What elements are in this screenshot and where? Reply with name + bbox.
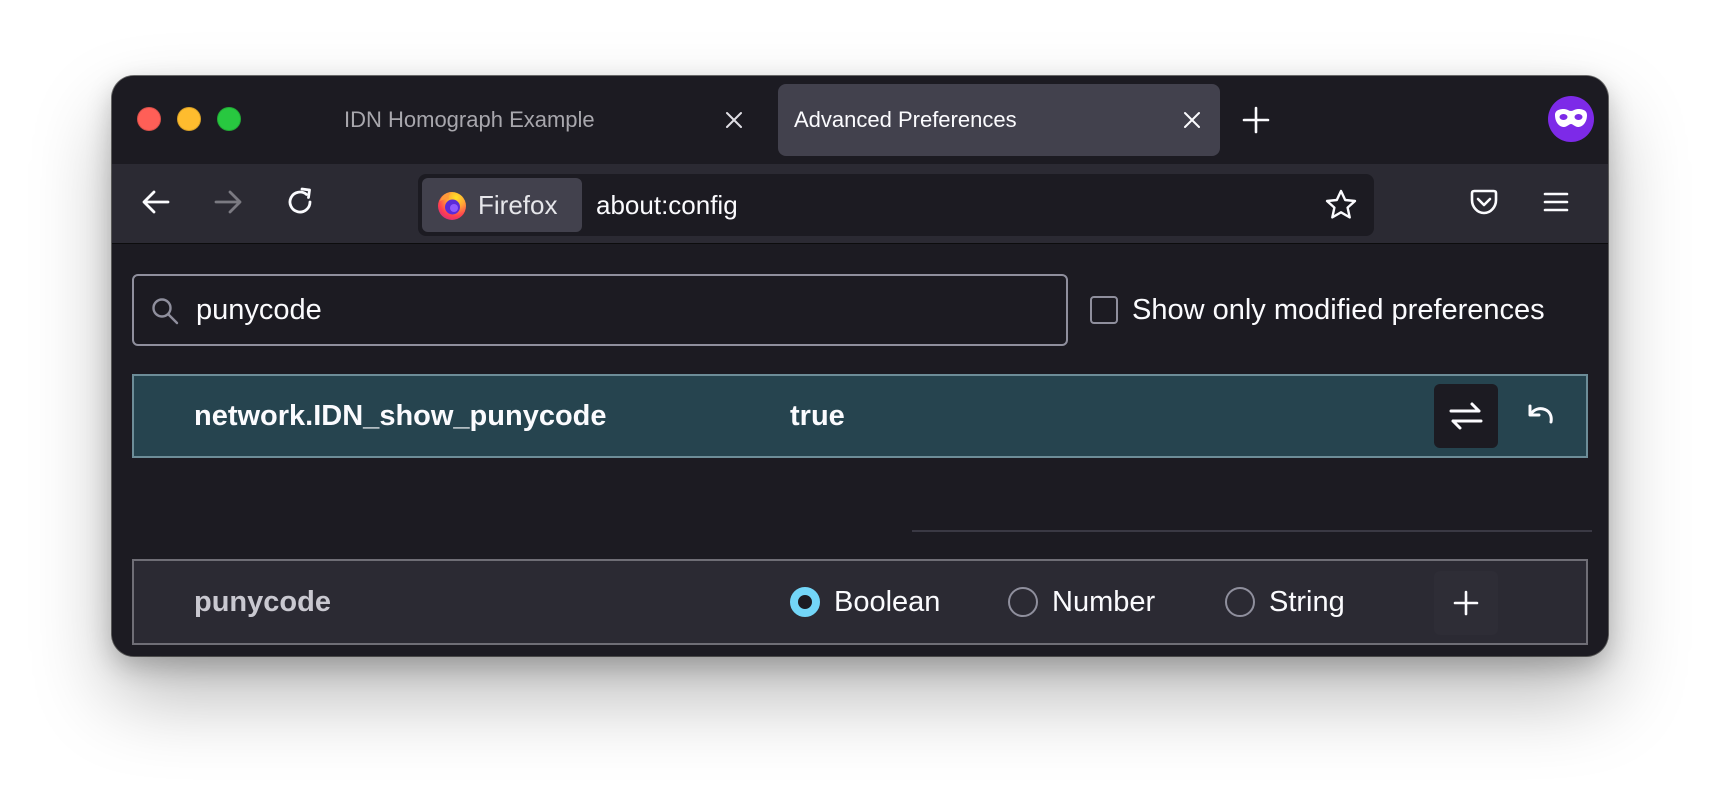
preference-name: network.IDN_show_punycode [194,399,607,432]
row-divider [912,530,1592,532]
show-modified-checkbox[interactable] [1090,296,1118,324]
show-modified-toggle[interactable]: Show only modified preferences [1090,292,1545,328]
string-label[interactable]: String [1269,586,1345,619]
boolean-radio[interactable] [790,587,820,617]
new-preference-row: punycode Boolean Number String [132,559,1588,645]
hamburger-icon[interactable] [1538,184,1574,220]
zoom-window-button[interactable] [217,107,241,131]
tab-idn-homograph-example[interactable]: IDN Homograph Example [262,84,762,156]
tab-advanced-preferences[interactable]: Advanced Preferences [778,84,1220,156]
string-radio[interactable] [1225,587,1255,617]
search-icon [150,296,180,326]
tab-title: IDN Homograph Example [344,107,595,132]
show-modified-label[interactable]: Show only modified preferences [1132,294,1545,327]
arrow-right-icon[interactable] [210,184,246,220]
pocket-icon[interactable] [1466,184,1502,220]
browser-window: IDN Homograph Example Advanced Preferenc… [112,76,1608,656]
preference-value: true [790,399,845,432]
new-preference-name: punycode [194,585,331,618]
reload-icon[interactable] [282,184,318,220]
boolean-label[interactable]: Boolean [834,586,940,619]
number-radio[interactable] [1008,587,1038,617]
close-tab-icon[interactable] [722,108,746,132]
url-text[interactable]: about:config [596,174,738,236]
search-input[interactable]: punycode [132,274,1068,346]
add-preference-button[interactable] [1434,571,1498,635]
arrow-left-icon[interactable] [138,184,174,220]
type-option-string[interactable]: String [1225,561,1345,643]
private-mask-icon[interactable] [1548,96,1594,142]
toggle-button[interactable] [1434,384,1498,448]
url-bar[interactable]: Firefox about:config [418,174,1374,236]
undo-icon[interactable] [1518,394,1562,438]
about-config-page: punycode Show only modified preferences … [112,244,1608,656]
new-tab-plus-icon[interactable] [1238,102,1274,138]
navigation-toolbar: Firefox about:config [112,164,1608,244]
identity-label: Firefox [478,189,558,220]
firefox-logo-icon [436,189,468,221]
close-window-button[interactable] [137,107,161,131]
title-bar: IDN Homograph Example Advanced Preferenc… [112,76,1608,164]
type-option-number[interactable]: Number [1008,561,1155,643]
tab-title: Advanced Preferences [794,107,1017,132]
type-option-boolean[interactable]: Boolean [790,561,940,643]
number-label[interactable]: Number [1052,586,1155,619]
identity-box[interactable]: Firefox [422,178,582,232]
preference-row: network.IDN_show_punycode true [132,374,1588,458]
star-icon[interactable] [1322,186,1360,224]
search-input-value[interactable]: punycode [196,276,322,344]
minimize-window-button[interactable] [177,107,201,131]
close-tab-icon[interactable] [1180,108,1204,132]
